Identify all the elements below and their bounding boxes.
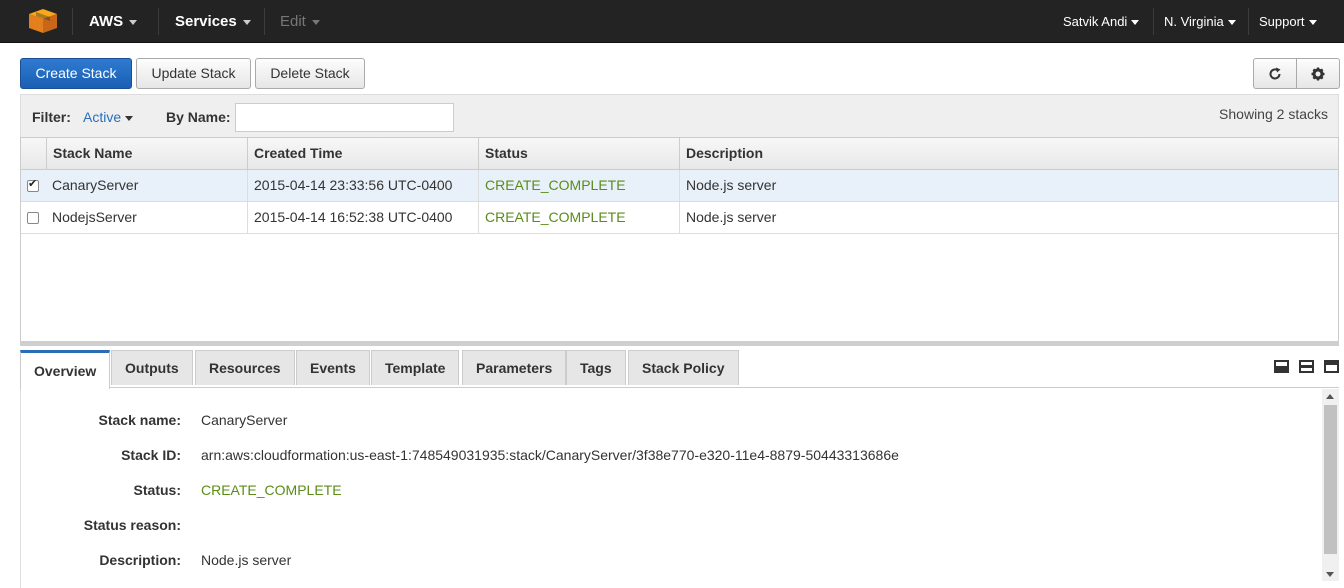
chevron-down-icon [129, 19, 138, 25]
tab-overview[interactable]: Overview [20, 350, 111, 389]
detail-row-stack-name: Stack name: CanaryServer [21, 412, 1311, 432]
nav-divider [1248, 8, 1249, 35]
created-time-cell: 2015-04-14 16:52:38 UTC-0400 [247, 202, 478, 234]
edit-menu-label: Edit [280, 13, 306, 30]
column-header-stack-name[interactable]: Stack Name [46, 138, 247, 170]
stack-id-value: arn:aws:cloudformation:us-east-1:7485490… [201, 447, 899, 463]
stack-name-label: Stack name: [98, 412, 181, 428]
stack-name-cell: NodejsServer [52, 209, 137, 225]
table-header: Stack Name Created Time Status Descripti… [21, 138, 1338, 170]
maximize-panel-icon[interactable] [1324, 360, 1339, 373]
chevron-down-icon [1131, 20, 1140, 26]
nav-divider [72, 8, 73, 35]
aws-menu[interactable]: AWS [89, 0, 138, 43]
panel-size-controls [1268, 360, 1339, 376]
region-menu[interactable]: N. Virginia [1164, 0, 1236, 43]
settings-button[interactable] [1296, 58, 1340, 89]
filter-dropdown[interactable]: Active [83, 109, 134, 125]
tab-resources[interactable]: Resources [195, 350, 295, 385]
tab-parameters[interactable]: Parameters [462, 350, 567, 385]
tab-stack-policy[interactable]: Stack Policy [628, 350, 739, 385]
chevron-down-icon [311, 19, 320, 25]
status-label: Status: [133, 482, 181, 498]
nav-divider [158, 8, 159, 35]
nav-divider [264, 8, 265, 35]
half-panel-icon[interactable] [1299, 360, 1315, 373]
detail-tabs: Overview Outputs Resources Events Templa… [20, 346, 1339, 389]
scroll-down-icon[interactable] [1326, 572, 1334, 577]
chevron-down-icon [242, 19, 251, 25]
status-reason-label: Status reason: [83, 517, 181, 533]
column-header-description[interactable]: Description [679, 138, 1339, 170]
chevron-down-icon [125, 115, 134, 121]
by-name-label: By Name: [166, 109, 231, 125]
column-header-created-time[interactable]: Created Time [247, 138, 478, 170]
stack-name-value: CanaryServer [201, 412, 288, 428]
overview-panel: Stack name: CanaryServer Stack ID: arn:a… [20, 389, 1339, 588]
created-time-cell: 2015-04-14 23:33:56 UTC-0400 [247, 170, 478, 202]
support-menu[interactable]: Support [1259, 0, 1317, 43]
support-label: Support [1259, 14, 1305, 29]
table-row[interactable]: CanaryServer 2015-04-14 23:33:56 UTC-040… [21, 170, 1338, 202]
refresh-icon [1269, 67, 1281, 80]
nav-divider [1153, 8, 1154, 35]
refresh-button[interactable] [1253, 58, 1297, 89]
filter-label: Filter: [32, 109, 71, 125]
tab-tags[interactable]: Tags [566, 350, 626, 385]
create-stack-button[interactable]: Create Stack [20, 58, 132, 89]
scrollbar-thumb[interactable] [1324, 405, 1337, 554]
services-menu[interactable]: Services [175, 0, 251, 43]
tab-outputs[interactable]: Outputs [111, 350, 193, 385]
status-cell: CREATE_COMPLETE [478, 170, 679, 202]
status-value: CREATE_COMPLETE [201, 482, 342, 498]
stacks-table: Stack Name Created Time Status Descripti… [20, 137, 1339, 342]
description-value: Node.js server [201, 552, 292, 568]
minimize-panel-icon[interactable] [1274, 360, 1290, 373]
chevron-down-icon [1227, 20, 1236, 26]
stack-id-label: Stack ID: [121, 447, 181, 463]
stack-name-cell: CanaryServer [52, 177, 139, 193]
scroll-up-icon[interactable] [1326, 394, 1334, 399]
search-by-name-input[interactable] [235, 103, 454, 132]
gear-icon [1311, 67, 1325, 81]
description-cell: Node.js server [679, 202, 1339, 234]
description-label: Description: [99, 552, 181, 568]
user-name: Satvik Andi [1063, 14, 1128, 29]
tab-template[interactable]: Template [371, 350, 460, 385]
filter-bar: Filter: Active By Name: Showing 2 stacks [20, 94, 1339, 137]
aws-cube-logo-icon[interactable] [26, 8, 60, 34]
region-name: N. Virginia [1164, 14, 1224, 29]
detail-row-description: Description: Node.js server [21, 552, 1311, 572]
stack-count: Showing 2 stacks [1219, 106, 1328, 122]
tab-events[interactable]: Events [296, 350, 370, 385]
delete-stack-button[interactable]: Delete Stack [255, 58, 365, 89]
detail-scrollbar[interactable] [1322, 389, 1339, 581]
detail-row-status: Status: CREATE_COMPLETE [21, 482, 1311, 502]
update-stack-button[interactable]: Update Stack [136, 58, 251, 89]
table-row[interactable]: NodejsServer 2015-04-14 16:52:38 UTC-040… [21, 202, 1338, 234]
description-cell: Node.js server [679, 170, 1339, 202]
detail-row-stack-id: Stack ID: arn:aws:cloudformation:us-east… [21, 447, 1311, 467]
status-cell: CREATE_COMPLETE [478, 202, 679, 234]
edit-menu[interactable]: Edit [280, 0, 320, 43]
user-menu[interactable]: Satvik Andi [1063, 0, 1140, 43]
row-checkbox[interactable] [27, 212, 39, 224]
services-menu-label: Services [175, 13, 237, 30]
chevron-down-icon [1308, 20, 1317, 26]
aws-menu-label: AWS [89, 13, 124, 30]
detail-row-status-reason: Status reason: [21, 517, 1311, 537]
row-checkbox[interactable] [27, 177, 39, 192]
filter-dropdown-value: Active [83, 109, 122, 125]
top-navbar: AWS Services Edit Satvik Andi N. Virgini… [0, 0, 1344, 43]
column-header-status[interactable]: Status [478, 138, 679, 170]
